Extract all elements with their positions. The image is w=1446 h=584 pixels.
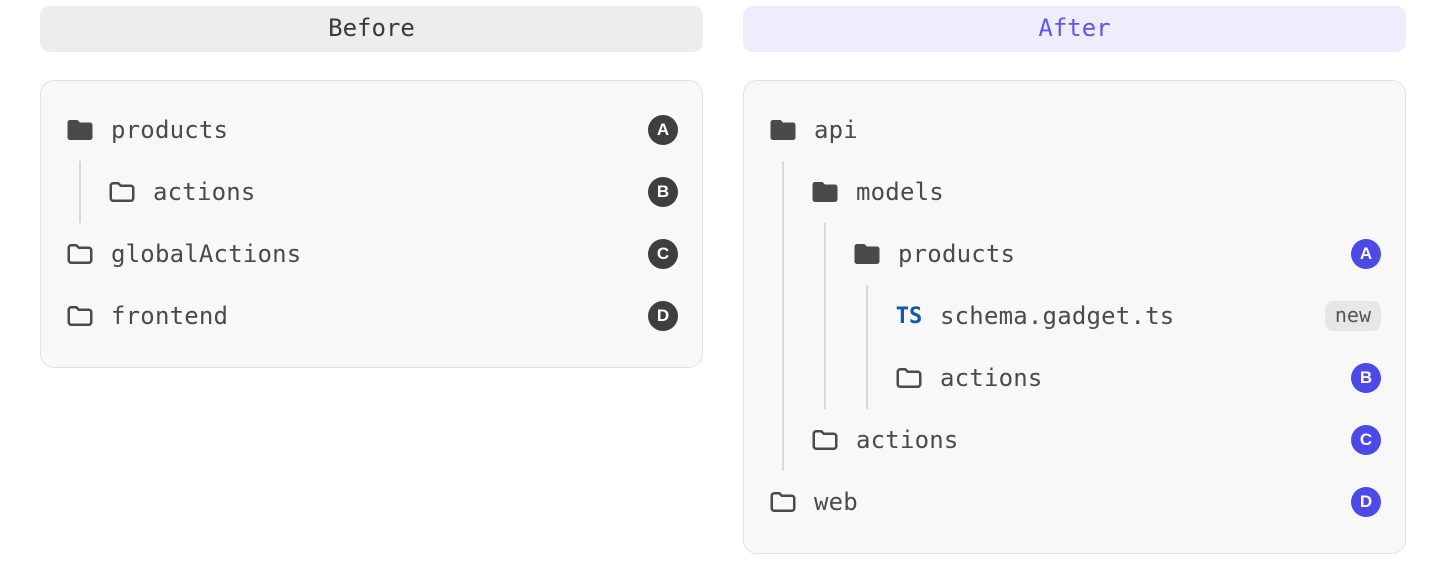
folder-open-icon [810,177,840,207]
annotation-marker: C [648,239,678,269]
tree-row[interactable]: frontend D [65,285,678,347]
annotation-marker: B [648,177,678,207]
tree-node: globalActions C [65,223,678,285]
before-column: Before products Aactions BglobalActions Cfr… [40,6,703,554]
tree-node-label: web [814,488,1335,516]
before-tree-panel: products Aactions BglobalActions Cfrontend D [40,80,703,368]
annotation-marker: C [1351,425,1381,455]
tree-node: products Aactions B [65,99,678,223]
tree-node: actions C [810,409,1381,471]
folder-icon [65,301,95,331]
tree-node-label: actions [856,426,1335,454]
annotation-marker: D [648,301,678,331]
tree-node: frontend D [65,285,678,347]
tree-node-label: actions [153,178,632,206]
folder-icon [107,177,137,207]
folder-open-icon [768,115,798,145]
folder-icon [810,425,840,455]
annotation-marker: A [648,115,678,145]
tree-row[interactable]: actions B [107,161,678,223]
tree-row[interactable]: actions C [810,409,1381,471]
annotation-marker: D [1351,487,1381,517]
new-badge: new [1325,301,1381,331]
annotation-marker: B [1351,363,1381,393]
tree-row[interactable]: models [810,161,1381,223]
tree-node-label: frontend [111,302,632,330]
tree-row[interactable]: products A [65,99,678,161]
before-heading: Before [40,6,703,52]
tree-row[interactable]: api [768,99,1381,161]
tree-node: models products A TS schema.gadget.ts new acti… [810,161,1381,409]
tree-row[interactable]: actions B [894,347,1381,409]
tree-row[interactable]: globalActions C [65,223,678,285]
folder-open-icon [65,115,95,145]
tree-node-label: products [111,116,632,144]
tree-node: actions B [894,347,1381,409]
tree-node-label: models [856,178,1381,206]
tree-node: web D [768,471,1381,533]
tree-node-label: globalActions [111,240,632,268]
tree-row[interactable]: TS schema.gadget.ts new [894,285,1381,347]
tree-node-label: actions [940,364,1335,392]
annotation-marker: A [1351,239,1381,269]
folder-icon [65,239,95,269]
tree-node-label: products [898,240,1335,268]
after-tree-panel: api models products A TS schema.gadget.ts new a… [743,80,1406,554]
folder-open-icon [852,239,882,269]
tree-node-label: api [814,116,1381,144]
tree-row[interactable]: products A [852,223,1381,285]
typescript-icon: TS [894,304,924,329]
tree-row[interactable]: web D [768,471,1381,533]
after-column: After api models products A TS schema.gadget.… [743,6,1406,554]
tree-node-label: schema.gadget.ts [940,302,1309,330]
tree-node: actions B [107,161,678,223]
comparison-container: Before products Aactions BglobalActions Cfr… [0,0,1446,584]
tree-node: products A TS schema.gadget.ts new actions B [852,223,1381,409]
folder-icon [768,487,798,517]
folder-icon [894,363,924,393]
tree-node: api models products A TS schema.gadget.ts new a… [768,99,1381,471]
tree-node: TS schema.gadget.ts new [894,285,1381,347]
after-heading: After [743,6,1406,52]
